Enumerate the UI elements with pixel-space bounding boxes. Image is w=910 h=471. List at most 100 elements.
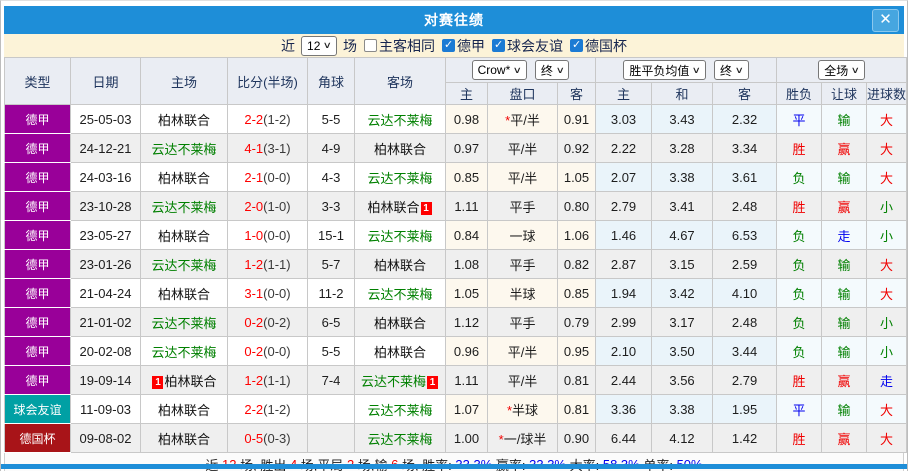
col-header-handicap-away: 客 (556, 82, 597, 105)
home-team: 柏林联合 (140, 394, 228, 424)
avg-win-odds: 2.07 (595, 162, 653, 192)
league-type-badge: 德国杯 (4, 423, 71, 453)
score: 2-0(1-0) (227, 191, 308, 221)
head-to-head-popup: 对赛往绩 ✕ 近 12∨ 场 主客相同德甲球会友谊德国杯 类型 日期 主场 比分… (0, 0, 908, 471)
table-row: 德甲 23-10-28 云达不莱梅 2-0(1-0) 3-3 柏林联合 1 1.11 平手 0.8… (4, 191, 908, 221)
match-date: 23-05-27 (70, 220, 141, 250)
avg-lose-odds: 6.53 (712, 220, 778, 250)
chevron-down-icon: ∨ (850, 64, 861, 75)
avg-draw-odds: 3.28 (651, 133, 714, 163)
handicap-away-odds: 0.81 (556, 365, 597, 395)
avg-stage-select[interactable]: 终 ∨ (714, 60, 749, 80)
checkbox-label: 球会友谊 (506, 37, 563, 54)
handicap-stage-select[interactable]: 终 ∨ (534, 60, 570, 80)
filter-checkbox-3[interactable]: 德国杯 (569, 36, 627, 56)
league-type-badge: 德甲 (4, 278, 71, 308)
bookmaker-select[interactable]: Crow* ∨ (471, 60, 527, 80)
handicap-home-odds: 0.84 (445, 220, 488, 250)
result-goals: 小 (866, 191, 908, 221)
checkbox-icon[interactable] (569, 38, 583, 52)
avg-lose-odds: 3.44 (712, 336, 778, 366)
handicap-home-odds: 1.11 (445, 191, 488, 221)
home-team: 云达不莱梅 (140, 191, 228, 221)
corner-count (307, 394, 355, 424)
league-type-badge: 德甲 (4, 104, 71, 134)
filter-checkbox-0[interactable]: 主客相同 (363, 36, 435, 56)
avg-lose-odds: 3.34 (712, 133, 778, 163)
avg-draw-odds: 3.50 (651, 336, 714, 366)
avg-lose-odds: 2.59 (712, 249, 778, 279)
checkbox-icon[interactable] (363, 39, 377, 52)
avg-win-odds: 3.36 (595, 394, 653, 424)
match-date: 20-02-08 (70, 336, 141, 366)
table-row: 德甲 21-04-24 柏林联合 3-1(0-0) 11-2 云达不莱梅 1.05 半球 0.8… (4, 278, 908, 308)
corner-count: 15-1 (307, 220, 355, 250)
checkbox-icon[interactable] (491, 38, 505, 52)
result-handicap: 输 (821, 307, 868, 337)
recent-count-select[interactable]: 12 ∨ (301, 35, 337, 56)
avg-draw-odds: 3.42 (651, 278, 714, 308)
chevron-down-icon: ∨ (692, 64, 702, 75)
avg-win-odds: 2.87 (595, 249, 653, 279)
filter-checkbox-1[interactable]: 德甲 (441, 36, 485, 56)
league-type-badge: 德甲 (4, 220, 71, 250)
checkbox-icon[interactable] (441, 38, 455, 52)
result-outcome: 平 (776, 104, 823, 134)
chevron-down-icon: ∨ (734, 64, 744, 75)
col-header-date: 日期 (70, 57, 141, 105)
avg-odds-select[interactable]: 胜平负均值 ∨ (623, 60, 707, 80)
corner-count (307, 423, 355, 453)
close-icon[interactable]: ✕ (872, 9, 899, 32)
away-team: 云达不莱梅 (354, 423, 446, 453)
score: 1-2(1-1) (227, 249, 308, 279)
avg-lose-odds: 4.10 (712, 278, 778, 308)
handicap-line: 平/半 (487, 336, 558, 366)
chevron-down-icon: ∨ (323, 40, 333, 50)
result-goals: 大 (866, 162, 908, 192)
match-date: 23-01-26 (70, 249, 141, 279)
checkbox-label: 主客相同 (378, 37, 435, 54)
avg-lose-odds: 2.48 (712, 307, 778, 337)
checkbox-label: 德国杯 (584, 37, 627, 54)
result-outcome: 胜 (776, 191, 823, 221)
away-team: 云达不莱梅 (354, 220, 446, 250)
scope-select[interactable]: 全场 ∨ (818, 60, 865, 80)
filter-checkbox-2[interactable]: 球会友谊 (491, 36, 563, 56)
match-table: 类型 日期 主场 比分(半场) 角球 客场 Crow* ∨ 终 ∨ 胜平负均值 ∨ 终… (4, 57, 908, 453)
table-row: 德甲 21-01-02 云达不莱梅 0-2(0-2) 6-5 柏林联合 1.12 平手 0.79… (4, 307, 908, 337)
avg-lose-odds: 2.79 (712, 365, 778, 395)
league-type-badge: 德甲 (4, 249, 71, 279)
avg-draw-odds: 3.41 (651, 191, 714, 221)
score: 4-1(3-1) (227, 133, 308, 163)
league-type-badge: 德甲 (4, 336, 71, 366)
away-team: 柏林联合 (354, 307, 446, 337)
handicap-line: *半球 (487, 394, 558, 424)
league-type-badge: 德甲 (4, 133, 71, 163)
result-goals: 大 (866, 278, 908, 308)
avg-win-odds: 2.99 (595, 307, 653, 337)
result-handicap: 输 (821, 336, 868, 366)
result-goals: 大 (866, 423, 908, 453)
col-header-score: 比分(半场) (227, 57, 308, 105)
titlebar: 对赛往绩 ✕ (4, 6, 904, 34)
col-header-avg-win: 主 (595, 82, 653, 105)
result-handicap: 输 (821, 104, 868, 134)
chevron-down-icon: ∨ (555, 64, 565, 75)
col-header-outcome: 胜负 (776, 82, 823, 105)
handicap-line: 平手 (487, 249, 558, 279)
handicap-line: *一/球半 (487, 423, 558, 453)
filter-bar: 近 12∨ 场 主客相同 德甲 球会友谊 德国杯 (4, 34, 904, 57)
result-handicap: 输 (821, 249, 868, 279)
home-team: 柏林联合 (140, 162, 228, 192)
corner-count: 7-4 (307, 365, 355, 395)
score: 0-2(0-2) (227, 307, 308, 337)
result-outcome: 负 (776, 220, 823, 250)
home-team: 云达不莱梅 (140, 336, 228, 366)
avg-lose-odds: 3.61 (712, 162, 778, 192)
col-header-avg-draw: 和 (651, 82, 714, 105)
result-outcome: 负 (776, 162, 823, 192)
result-handicap: 赢 (821, 133, 868, 163)
avg-draw-odds: 3.17 (651, 307, 714, 337)
result-outcome: 胜 (776, 423, 823, 453)
handicap-line: 半球 (487, 278, 558, 308)
